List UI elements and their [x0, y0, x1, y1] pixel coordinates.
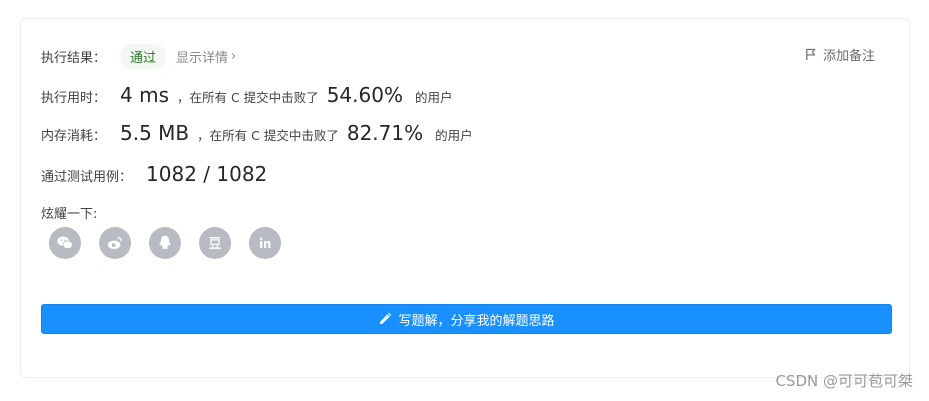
add-note-label: 添加备注 [822, 49, 875, 64]
memory-percent: 82.71% [346, 121, 424, 145]
wechat-icon[interactable] [49, 227, 81, 259]
runtime-value: 4 ms [120, 83, 169, 107]
tests-row: 通过测试用例： 1082 / 1082 [41, 162, 267, 186]
runtime-label: 执行用时： [41, 91, 107, 106]
watermark: CSDN @可可苞可桀 [775, 372, 913, 390]
runtime-tail: 的用户 [414, 90, 453, 105]
memory-value: 5.5 MB [120, 121, 190, 145]
runtime-percent: 54.60% [326, 83, 403, 107]
memory-row: 内存消耗： 5.5 MB ，在所有 C 提交中击败了 82.71% 的用户 [41, 121, 473, 145]
pencil-icon [380, 312, 392, 325]
show-details-link[interactable]: 显示详情 [176, 47, 228, 66]
share-icons [49, 227, 281, 259]
linkedin-icon[interactable] [249, 227, 281, 259]
memory-tail: 的用户 [435, 128, 473, 143]
result-row: 执行结果： 通过 显示详情 › [41, 44, 236, 69]
weibo-icon[interactable] [99, 227, 131, 259]
runtime-row: 执行用时： 4 ms ，在所有 C 提交中击败了 54.60% 的用户 [41, 83, 452, 107]
qq-icon[interactable] [149, 227, 181, 259]
status-badge: 通过 [120, 44, 167, 69]
submission-result-card: 执行结果： 通过 显示详情 › 添加备注 执行用时： 4 ms ，在所有 C 提… [20, 18, 910, 378]
douban-icon[interactable] [199, 227, 231, 259]
memory-beat-text: ，在所有 C 提交中击败了 [197, 128, 339, 143]
memory-label: 内存消耗： [41, 129, 107, 144]
share-label: 炫耀一下: [41, 207, 98, 222]
result-label: 执行结果： [41, 51, 107, 66]
flag-icon [806, 48, 816, 61]
write-solution-button[interactable]: 写题解，分享我的解题思路 [41, 304, 892, 334]
add-note-button[interactable]: 添加备注 [805, 45, 875, 64]
runtime-beat-text: ，在所有 C 提交中击败了 [177, 90, 319, 105]
write-solution-label: 写题解，分享我的解题思路 [398, 313, 555, 329]
tests-label: 通过测试用例： [41, 170, 133, 185]
tests-value: 1082 / 1082 [146, 162, 268, 186]
chevron-right-icon[interactable]: › [231, 49, 236, 64]
